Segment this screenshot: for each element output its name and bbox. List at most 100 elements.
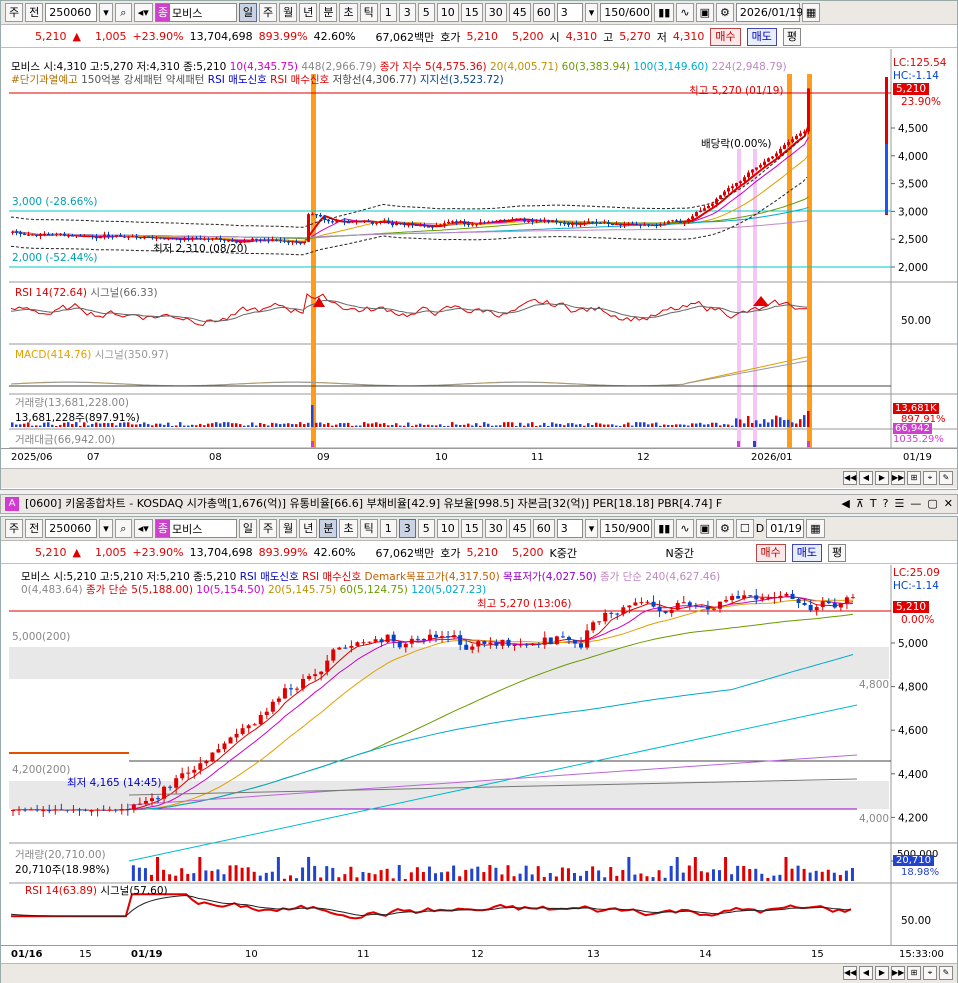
next-icon[interactable]: ▶ (875, 966, 889, 980)
calendar-icon[interactable]: ▦ (806, 519, 825, 538)
search-icon[interactable]: ⌕ (114, 519, 132, 538)
zoom-icon[interactable]: ⊞ (907, 471, 921, 485)
dropdown-arrow-icon[interactable]: ▾ (99, 3, 113, 22)
first-icon[interactable]: ◀◀ (843, 966, 857, 980)
interval-30-button[interactable]: 30 (484, 3, 507, 22)
gear-icon[interactable]: ⚙ (715, 519, 734, 538)
period-second-button[interactable]: 초 (339, 519, 358, 538)
interval-dropdown-icon[interactable]: ▾ (584, 519, 599, 538)
save-icon[interactable]: ▣ (695, 3, 714, 22)
period-second-button[interactable]: 초 (339, 3, 358, 22)
period-day-button[interactable]: 일 (238, 3, 257, 22)
buy-button[interactable]: 매수 (755, 543, 786, 562)
list-icon[interactable]: ☰ (895, 495, 905, 513)
tool-icon[interactable]: ✎ (939, 966, 953, 980)
period-week-button[interactable]: 주 (258, 3, 278, 22)
interval-3-button[interactable]: 3 (398, 3, 416, 22)
interval-60-button[interactable]: 60 (532, 3, 555, 22)
scroll-bar-2[interactable]: ◀◀ ◀ ▶ ▶▶ ⊞ ⌖ ✎ (1, 963, 957, 983)
speaker-icon[interactable]: ◂▾ (133, 519, 153, 538)
minimize-icon[interactable]: — (910, 495, 921, 513)
price-type-select[interactable]: 전 (25, 3, 44, 22)
day-checkbox[interactable]: ☐ (735, 519, 754, 538)
stock-name-field[interactable]: 종 모비스 (154, 519, 237, 538)
interval-input[interactable]: 3 (556, 519, 583, 538)
interval-1-button[interactable]: 1 (379, 519, 397, 538)
candle-body (204, 761, 209, 764)
interval-1-button[interactable]: 1 (379, 3, 397, 22)
scroll-bar[interactable]: ◀◀ ◀ ▶ ▶▶ ⊞ ⌖ ✎ (1, 468, 957, 488)
period-day-button[interactable]: 일 (238, 519, 257, 538)
stock-name-field[interactable]: 종 모비스 (154, 3, 237, 22)
average-button[interactable]: 평 (828, 543, 847, 562)
magnet-icon[interactable]: ⌖ (923, 471, 937, 485)
tool-icon[interactable]: ✎ (939, 471, 953, 485)
count-input[interactable]: 150/600 (600, 3, 653, 22)
volume-bar (179, 422, 182, 427)
next-icon[interactable]: ▶ (875, 471, 889, 485)
prev-icon[interactable]: ◀ (859, 471, 873, 485)
magnet-icon[interactable]: ⌖ (923, 966, 937, 980)
interval-5-button[interactable]: 5 (417, 519, 435, 538)
buy-button[interactable]: 매수 (710, 27, 741, 46)
chart-type-select[interactable]: 주 (5, 3, 24, 22)
volume-bar (603, 877, 607, 881)
interval-15-button[interactable]: 15 (460, 3, 483, 22)
volume-bar (379, 423, 382, 427)
period-year-button[interactable]: 년 (299, 519, 318, 538)
last-icon[interactable]: ▶▶ (891, 966, 905, 980)
text-icon[interactable]: T (870, 495, 877, 513)
maximize-icon[interactable]: ▢ (927, 495, 937, 513)
last-icon[interactable]: ▶▶ (891, 471, 905, 485)
save-icon[interactable]: ▣ (695, 519, 714, 538)
close-icon[interactable]: ✕ (944, 495, 953, 513)
zoom-icon[interactable]: ⊞ (907, 966, 921, 980)
period-year-button[interactable]: 년 (299, 3, 318, 22)
sell-button[interactable]: 매도 (746, 27, 777, 46)
count-input[interactable]: 150/900 (600, 519, 653, 538)
period-minute-button[interactable]: 분 (319, 519, 338, 538)
period-minute-button[interactable]: 분 (319, 3, 338, 22)
interval-10-button[interactable]: 10 (436, 3, 459, 22)
period-month-button[interactable]: 월 (279, 3, 298, 22)
trend-icon[interactable]: ∿ (676, 519, 694, 538)
indicator-icon[interactable]: ▮▮ (654, 519, 675, 538)
period-tick-button[interactable]: 틱 (359, 519, 378, 538)
price-type-select[interactable]: 전 (25, 519, 44, 538)
volume-bar (699, 422, 702, 427)
chart-type-select[interactable]: 주 (5, 519, 24, 538)
period-tick-button[interactable]: 틱 (359, 3, 378, 22)
average-button[interactable]: 평 (782, 27, 802, 46)
window-title-bar[interactable]: A [0600] 키움종합차트 - KOSDAQ 시가총액[1,676(억)] … (0, 494, 958, 514)
dropdown-arrow-icon[interactable]: ▾ (99, 519, 113, 538)
left-arrow-icon[interactable]: ◀ (841, 495, 849, 513)
interval-3-button[interactable]: 3 (398, 519, 416, 538)
sell-button[interactable]: 매도 (791, 543, 823, 562)
date-input[interactable]: 01/19 (766, 519, 805, 538)
stock-code-input[interactable]: 250060 (45, 519, 98, 538)
first-icon[interactable]: ◀◀ (843, 471, 857, 485)
interval-dropdown-icon[interactable]: ▾ (584, 3, 599, 22)
date-input[interactable]: 2026/01/19 (735, 3, 803, 22)
period-week-button[interactable]: 주 (258, 519, 278, 538)
pin-icon[interactable]: ⊼ (856, 495, 864, 513)
calendar-icon[interactable]: ▦ (801, 3, 821, 22)
indicator-icon[interactable]: ▮▮ (654, 3, 675, 22)
interval-45-button[interactable]: 45 (508, 3, 531, 22)
interval-30-button[interactable]: 30 (484, 519, 507, 538)
trend-icon[interactable]: ∿ (676, 3, 694, 22)
interval-10-button[interactable]: 10 (436, 519, 459, 538)
period-month-button[interactable]: 월 (279, 519, 298, 538)
interval-15-button[interactable]: 15 (460, 519, 483, 538)
help-icon[interactable]: ? (883, 495, 889, 513)
daily-chart-canvas[interactable]: 4,500 4,000 3,500 3,000 2,500 2,000 (1, 49, 957, 469)
interval-60-button[interactable]: 60 (532, 519, 555, 538)
speaker-icon[interactable]: ◂▾ (133, 3, 153, 22)
interval-45-button[interactable]: 45 (508, 519, 531, 538)
stock-code-input[interactable]: 250060 (45, 3, 98, 22)
prev-icon[interactable]: ◀ (859, 966, 873, 980)
interval-input[interactable]: 3 (556, 3, 583, 22)
search-icon[interactable]: ⌕ (114, 3, 132, 22)
interval-5-button[interactable]: 5 (417, 3, 435, 22)
gear-icon[interactable]: ⚙ (715, 3, 734, 22)
